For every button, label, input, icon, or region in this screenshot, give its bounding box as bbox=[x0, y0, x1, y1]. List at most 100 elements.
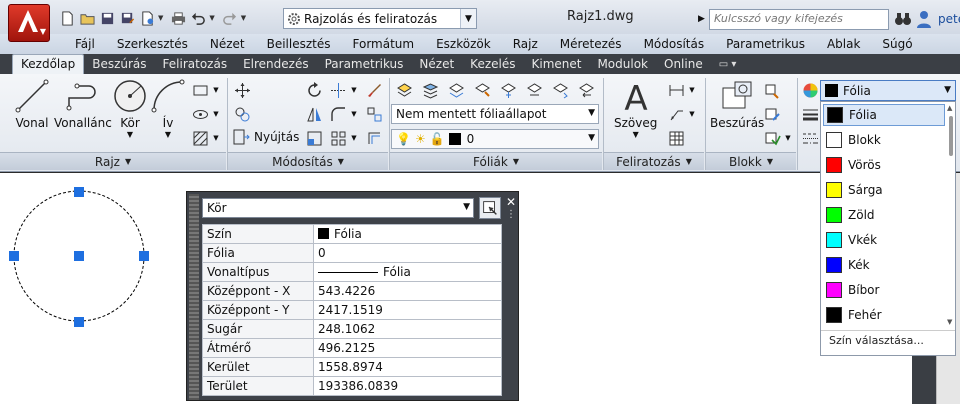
chevron-down-icon[interactable]: ▼ bbox=[127, 130, 133, 139]
scroll-thumb[interactable] bbox=[949, 116, 953, 156]
search-input[interactable]: Kulcsszó vagy kifejezés bbox=[709, 9, 889, 30]
tab-parametric[interactable]: Parametrikus bbox=[317, 55, 412, 74]
color-option-magenta[interactable]: Bíbor bbox=[823, 279, 945, 301]
workspace-switcher[interactable]: Rajzolás és feliratozás ▼ bbox=[283, 8, 477, 29]
user-icon[interactable] bbox=[916, 10, 932, 28]
menu-modify[interactable]: Módosítás bbox=[633, 37, 716, 51]
copy-tool-button[interactable] bbox=[232, 104, 252, 124]
chevron-down-icon[interactable]: ▼ bbox=[350, 128, 358, 148]
menu-file[interactable]: Fájl bbox=[64, 37, 106, 51]
color-option-white[interactable]: Fehér bbox=[823, 304, 945, 326]
layer-freeze-button[interactable] bbox=[498, 80, 518, 100]
redo-button[interactable] bbox=[221, 9, 239, 27]
chevron-down-icon[interactable]: ▼ bbox=[158, 14, 163, 22]
color-option-yellow[interactable]: Sárga bbox=[823, 179, 945, 201]
rectangle-tool-button[interactable] bbox=[190, 80, 210, 100]
chevron-down-icon[interactable]: ▼ bbox=[212, 80, 220, 100]
close-icon[interactable]: ✕ bbox=[506, 195, 516, 209]
layer-properties-button[interactable] bbox=[394, 80, 414, 100]
palette-options-icon[interactable]: ⋮ bbox=[506, 210, 516, 220]
property-value[interactable]: Fólia bbox=[313, 224, 502, 244]
erase-tool-button[interactable] bbox=[364, 80, 384, 100]
property-value[interactable]: 496.2125 bbox=[313, 338, 502, 358]
trim-tool-button[interactable] bbox=[328, 80, 348, 100]
property-value[interactable]: 193386.0839 bbox=[313, 376, 502, 396]
color-option-blue[interactable]: Kék bbox=[823, 254, 945, 276]
tab-home[interactable]: Kezdőlap bbox=[12, 54, 85, 74]
print-button[interactable] bbox=[169, 9, 187, 27]
chevron-down-icon[interactable]: ▼ bbox=[688, 104, 696, 124]
color-option-layer[interactable]: Fólia bbox=[823, 104, 945, 126]
layer-state-button[interactable] bbox=[420, 80, 440, 100]
array-tool-button[interactable] bbox=[328, 128, 348, 148]
hatch-pattern-button[interactable] bbox=[190, 128, 210, 148]
move-tool-button[interactable] bbox=[232, 80, 252, 100]
text-tool-button[interactable]: A Szöveg ▼ bbox=[614, 78, 657, 139]
annotation-panel-title[interactable]: Feliratozás ▼ bbox=[604, 152, 704, 170]
select-color-option[interactable]: Szín választása... bbox=[829, 334, 924, 347]
layer-isolate-button[interactable] bbox=[446, 80, 466, 100]
scroll-down-icon[interactable]: ▼ bbox=[947, 318, 952, 326]
search-expand-arrow-icon[interactable]: ▶ bbox=[698, 9, 708, 29]
table-tool-button[interactable] bbox=[666, 128, 686, 148]
publish-button[interactable] bbox=[138, 9, 156, 27]
chevron-down-icon[interactable]: ▼ bbox=[212, 104, 220, 124]
hatch-tool-button[interactable] bbox=[190, 104, 210, 124]
layer-state-dropdown[interactable]: Nem mentett fóliaállapot ▼ bbox=[391, 104, 599, 124]
layer-previous-button[interactable] bbox=[576, 80, 596, 100]
chevron-down-icon[interactable]: ▼ bbox=[460, 9, 476, 28]
color-list-scrollbar[interactable]: ▲ ▼ bbox=[947, 104, 955, 329]
circle-tool-button[interactable]: Kör ▼ bbox=[112, 78, 148, 139]
arc-tool-button[interactable]: Ív ▼ bbox=[150, 78, 186, 139]
edit-block-button[interactable] bbox=[762, 104, 782, 124]
property-value[interactable]: 2417.1519 bbox=[313, 300, 502, 320]
user-name[interactable]: pete bbox=[938, 12, 960, 26]
save-as-button[interactable] bbox=[118, 9, 136, 27]
menu-view[interactable]: Nézet bbox=[199, 37, 256, 51]
lineweight-button[interactable] bbox=[800, 104, 820, 124]
color-option-block[interactable]: Blokk bbox=[823, 129, 945, 151]
tab-manage[interactable]: Kezelés bbox=[462, 55, 523, 74]
menu-edit[interactable]: Szerkesztés bbox=[106, 37, 199, 51]
grip-bottom[interactable] bbox=[74, 317, 84, 327]
layer-dropdown[interactable]: 💡 ☀ 🔓 0 ▼ bbox=[391, 129, 599, 149]
menu-tools[interactable]: Eszközök bbox=[425, 37, 502, 51]
rotate-tool-button[interactable] bbox=[304, 80, 324, 100]
quick-select-button[interactable] bbox=[479, 197, 501, 219]
match-properties-button[interactable] bbox=[800, 80, 820, 100]
menu-help[interactable]: Súgó bbox=[871, 37, 923, 51]
block-attribute-button[interactable] bbox=[762, 128, 782, 148]
chevron-down-icon[interactable]: ▼ bbox=[165, 130, 171, 139]
property-value[interactable]: 248.1062 bbox=[313, 319, 502, 339]
color-dropdown[interactable]: Fólia ▼ bbox=[820, 80, 956, 101]
scroll-up-icon[interactable]: ▲ bbox=[947, 104, 952, 112]
palette-drag-handle[interactable] bbox=[189, 194, 199, 400]
object-type-dropdown[interactable]: Kör ▼ bbox=[202, 198, 474, 218]
new-button[interactable] bbox=[58, 9, 76, 27]
chevron-down-icon[interactable]: ▼ bbox=[350, 80, 358, 100]
property-value[interactable]: Fólia bbox=[313, 262, 502, 282]
property-value[interactable]: 1558.8974 bbox=[313, 357, 502, 377]
layers-panel-title[interactable]: Fóliák ▼ bbox=[390, 152, 602, 170]
dimension-tool-button[interactable] bbox=[666, 80, 686, 100]
mirror-tool-button[interactable] bbox=[304, 104, 324, 124]
chevron-down-icon[interactable]: ▼ bbox=[688, 80, 696, 100]
chevron-down-icon[interactable]: ▼ bbox=[784, 128, 792, 148]
layer-match-button[interactable] bbox=[472, 80, 492, 100]
layer-off-button[interactable] bbox=[524, 80, 544, 100]
modify-panel-title[interactable]: Módosítás ▼ bbox=[228, 152, 388, 170]
menu-draw[interactable]: Rajz bbox=[502, 37, 549, 51]
tab-layout[interactable]: Elrendezés bbox=[235, 55, 317, 74]
insert-block-button[interactable]: Beszúrás bbox=[710, 78, 764, 130]
fillet-tool-button[interactable] bbox=[328, 104, 348, 124]
color-option-cyan[interactable]: Vkék bbox=[823, 229, 945, 251]
grip-top[interactable] bbox=[74, 187, 84, 197]
grip-center[interactable] bbox=[74, 251, 84, 261]
polyline-tool-button[interactable]: Vonallánc bbox=[54, 78, 112, 130]
stretch-tool-button[interactable]: Nyújtás bbox=[232, 128, 299, 146]
color-option-red[interactable]: Vörös bbox=[823, 154, 945, 176]
undo-button[interactable] bbox=[189, 9, 207, 27]
property-value[interactable]: 543.4226 bbox=[313, 281, 502, 301]
chevron-down-icon[interactable]: ▼ bbox=[633, 130, 639, 139]
offset-tool-button[interactable] bbox=[364, 128, 384, 148]
